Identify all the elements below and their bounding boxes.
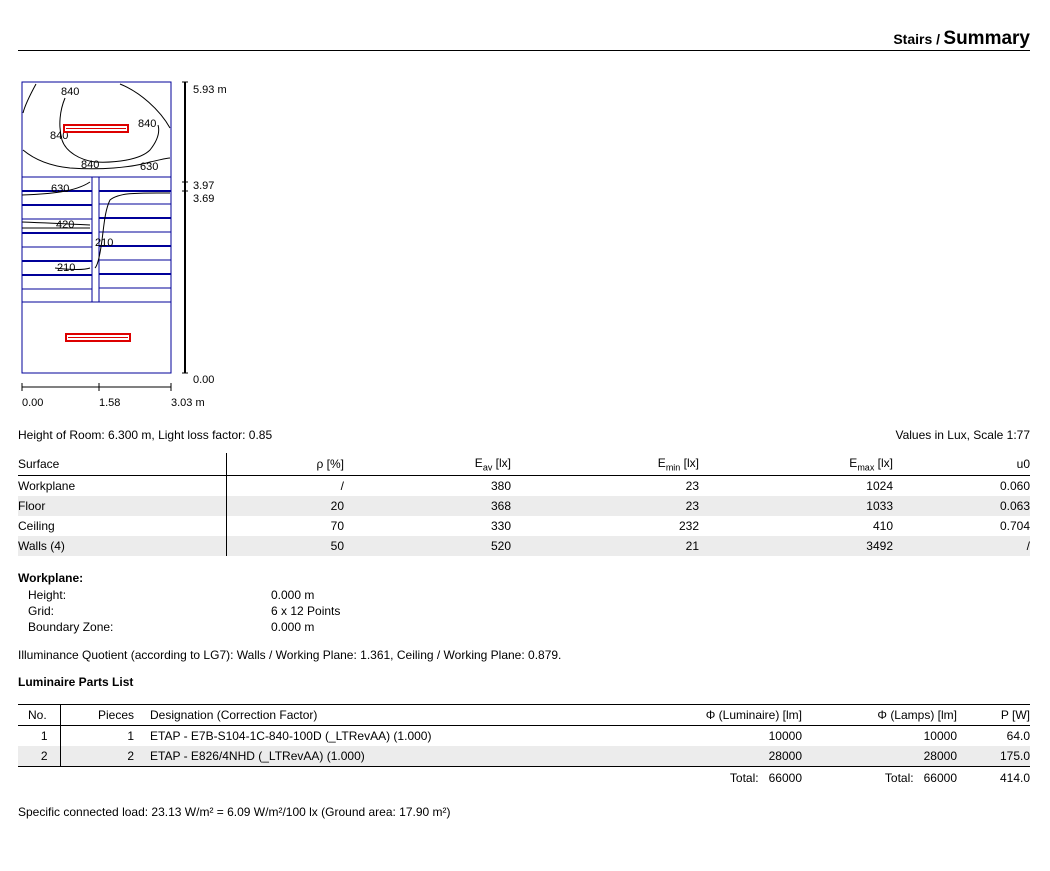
col-u0: u0 — [1016, 457, 1030, 471]
contour-label: 840 — [81, 159, 99, 171]
vertical-scale — [182, 81, 188, 374]
specific-connected-load: Specific connected load: 23.13 W/m² = 6.… — [18, 805, 451, 819]
contour-label: 210 — [57, 262, 75, 274]
col-eav: Eav [lx] — [474, 455, 511, 473]
workplane-height-value: 0.000 m — [271, 588, 315, 602]
col-power: P [W] — [1000, 708, 1030, 722]
surfaces-header-row: Surface ρ [%] Eav [lx] Emin [lx] Emax [l… — [18, 453, 1030, 476]
page-header: Stairs / Summary — [893, 28, 1030, 50]
contour-label: 840 — [138, 118, 156, 130]
table-row: 2 2 ETAP - E826/4NHD (_LTRevAA) (1.000) … — [18, 746, 1030, 767]
workplane-height-label: Height: — [28, 588, 67, 602]
table-row: Walls (4) 50 520 21 3492 / — [18, 536, 1030, 556]
surfaces-table: Surface ρ [%] Eav [lx] Emin [lx] Emax [l… — [18, 453, 1030, 556]
parts-list-title: Luminaire Parts List — [18, 675, 134, 689]
y-label: 3.97 — [193, 180, 214, 192]
col-designation: Designation (Correction Factor) — [150, 708, 318, 722]
horizontal-scale — [21, 383, 172, 391]
workplane-labels: Height: Grid: Boundary Zone: — [28, 587, 113, 635]
x-label: 0.00 — [22, 397, 43, 409]
contour-label: 630 — [140, 161, 158, 173]
col-emax: Emax [lx] — [849, 455, 893, 473]
illuminance-quotient: Illuminance Quotient (according to LG7):… — [18, 648, 562, 662]
table-row: 1 1 ETAP - E7B-S104-1C-840-100D (_LTRevA… — [18, 725, 1030, 746]
y-label: 5.93 m — [193, 84, 227, 96]
workplane-grid-value: 6 x 12 Points — [271, 604, 341, 618]
col-phi-lamps: Φ (Lamps) [lm] — [877, 708, 957, 722]
parts-header-row: No. Pieces Designation (Correction Facto… — [18, 705, 1030, 726]
total-power: 414.0 — [999, 771, 1030, 785]
total-label: Total: — [884, 771, 914, 785]
x-label: 1.58 — [99, 397, 120, 409]
col-surface: Surface — [18, 457, 60, 471]
parts-table: No. Pieces Designation (Correction Facto… — [18, 705, 1030, 789]
contour-label: 840 — [61, 86, 79, 98]
workplane-values: 0.000 m 6 x 12 Points 0.000 m — [271, 587, 340, 635]
floor-plan: 840 840 840 840 630 630 420 210 210 5.93… — [21, 81, 227, 409]
col-pieces: Pieces — [59, 705, 134, 726]
contour-label: 420 — [56, 219, 74, 231]
workplane-boundary-value: 0.000 m — [271, 620, 315, 634]
page-title: Summary — [943, 28, 1030, 49]
table-row: Ceiling 70 330 232 410 0.704 — [18, 516, 1030, 536]
y-label: 3.69 — [193, 193, 214, 205]
scale-info: Values in Lux, Scale 1:77 — [895, 428, 1030, 442]
y-label: 0.00 — [193, 374, 214, 386]
room-name: Stairs / — [893, 31, 941, 47]
col-emin: Emin [lx] — [657, 455, 699, 473]
col-rho: ρ [%] — [225, 453, 344, 476]
contour-label: 210 — [95, 237, 113, 249]
workplane-grid-label: Grid: — [28, 604, 55, 618]
workplane-title: Workplane: — [18, 571, 84, 585]
contour-label: 630 — [51, 183, 69, 195]
table-row: Floor 20 368 23 1033 0.063 — [18, 496, 1030, 516]
table-row: Workplane / 380 23 1024 0.060 — [18, 475, 1030, 496]
workplane-boundary-label: Boundary Zone: — [28, 620, 114, 634]
col-no: No. — [28, 708, 47, 722]
col-phi-luminaire: Φ (Luminaire) [lm] — [705, 708, 802, 722]
total-lamps: 66000 — [923, 771, 957, 785]
header-rule — [18, 50, 1030, 51]
total-label: Total: — [729, 771, 759, 785]
total-luminaire: 66000 — [768, 771, 802, 785]
x-label: 3.03 m — [171, 397, 205, 409]
parts-total-row: Total: 66000 Total: 66000 414.0 — [18, 767, 1030, 790]
room-info: Height of Room: 6.300 m, Light loss fact… — [18, 428, 273, 442]
